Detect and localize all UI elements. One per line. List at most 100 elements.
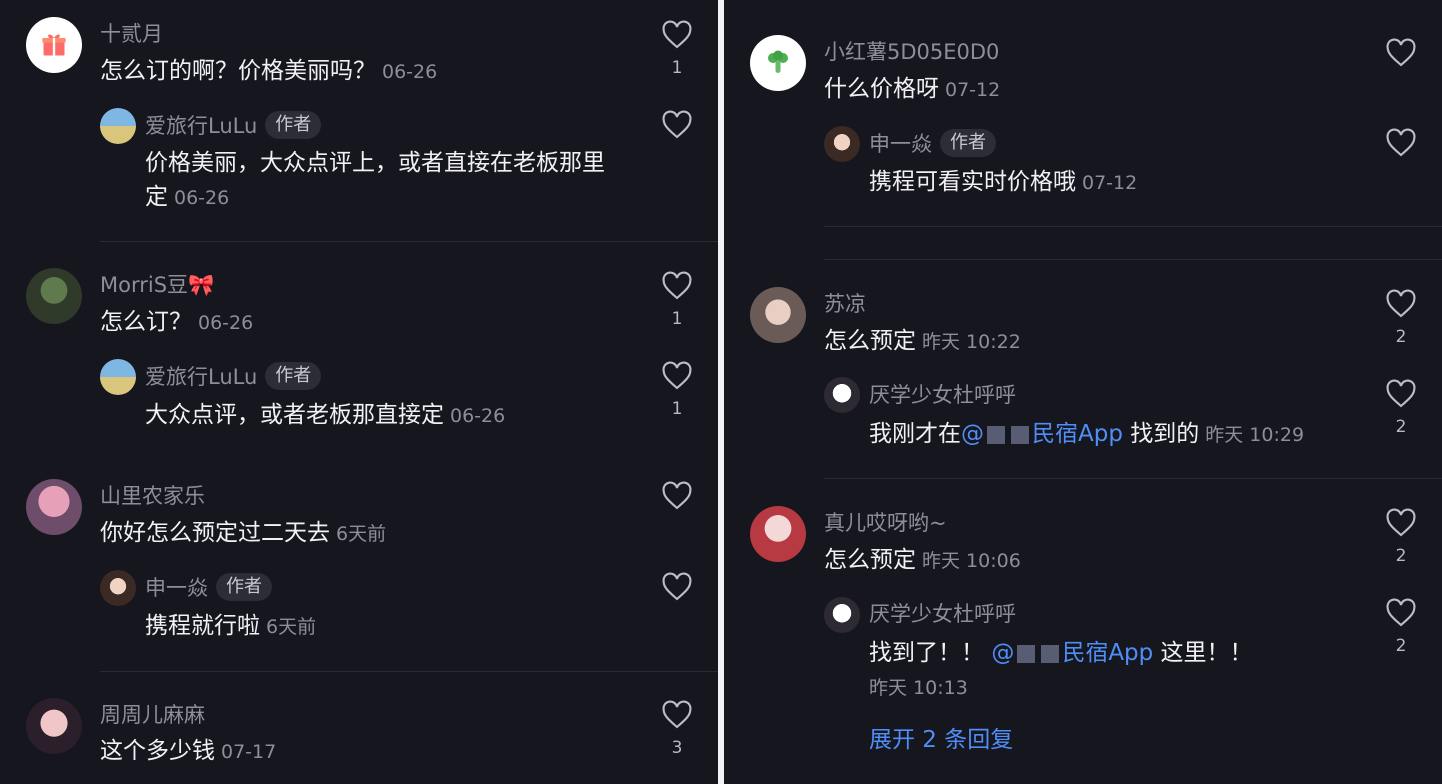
reply-username[interactable]: 厌学少女杜呼呼 xyxy=(869,598,1016,628)
reply-body: 找到了！！ xyxy=(869,640,992,666)
reply-username[interactable]: 厌学少女杜呼呼 xyxy=(869,379,1016,409)
avatar[interactable] xyxy=(750,35,806,91)
reply-username[interactable]: 申一焱 xyxy=(145,572,208,602)
heart-icon xyxy=(1386,128,1416,157)
heart-icon xyxy=(662,271,692,300)
comment-username[interactable]: 真儿哎呀哟~ xyxy=(824,507,947,537)
like-button[interactable]: 2 xyxy=(1384,379,1418,437)
like-button[interactable]: 1 xyxy=(660,361,694,419)
like-count: 2 xyxy=(1395,546,1407,566)
reply-text: 价格美丽，大众点评上，或者直接在老板那里定 06-26 xyxy=(145,146,625,215)
comment-time: 昨天 10:06 xyxy=(922,550,1021,572)
reply-username[interactable]: 爱旅行LuLu xyxy=(145,361,257,391)
comment-username[interactable]: 周周儿麻麻 xyxy=(100,699,205,729)
avatar[interactable] xyxy=(26,268,82,324)
redacted-block xyxy=(1017,644,1036,663)
avatar[interactable] xyxy=(26,479,82,535)
reply-username-row: 厌学少女杜呼呼 xyxy=(869,598,1016,628)
like-count: 2 xyxy=(1395,327,1407,347)
heart-icon xyxy=(662,572,692,601)
avatar[interactable] xyxy=(824,377,860,413)
expand-replies-link[interactable]: 展开 2 条回复 xyxy=(869,720,1013,754)
author-badge: 作者 xyxy=(265,362,322,390)
mention-name: 民宿App xyxy=(1062,640,1154,666)
like-button[interactable] xyxy=(660,572,694,610)
reply-username[interactable]: 申一焱 xyxy=(869,128,932,158)
like-count: 1 xyxy=(671,309,683,329)
heart-icon xyxy=(1386,38,1416,67)
author-badge: 作者 xyxy=(216,573,272,601)
comment-text: 什么价格呀 07-12 xyxy=(824,72,1344,107)
avatar[interactable] xyxy=(824,126,860,162)
comment-username[interactable]: 十贰月 xyxy=(100,18,163,48)
reply-username-row: 爱旅行LuLu 作者 xyxy=(145,110,322,140)
avatar[interactable] xyxy=(750,506,806,562)
comment-text: 怎么订？ 06-26 xyxy=(100,305,620,340)
comment-body: 什么价格呀 xyxy=(824,76,939,102)
reply-text: 携程就行啦 6天前 xyxy=(145,609,625,644)
mention-name: 民宿App xyxy=(1032,421,1123,447)
heart-icon xyxy=(662,110,692,139)
like-button[interactable]: 1 xyxy=(660,20,694,78)
like-button[interactable]: 3 xyxy=(660,700,694,758)
like-button[interactable] xyxy=(660,481,694,519)
comment-username[interactable]: MorriS豆🎀 xyxy=(100,269,214,299)
reply-username[interactable]: 爱旅行LuLu xyxy=(145,110,257,140)
reply-time: 6天前 xyxy=(266,616,317,638)
reply-body: 我刚才在 xyxy=(869,421,961,447)
gift-icon xyxy=(42,34,66,56)
comment-body: 怎么预定 xyxy=(824,328,916,354)
like-button[interactable]: 2 xyxy=(1384,598,1418,656)
like-count: 2 xyxy=(1395,636,1407,656)
like-button[interactable]: 1 xyxy=(660,271,694,329)
heart-icon xyxy=(1386,598,1416,627)
reply-time: 06-26 xyxy=(174,187,230,209)
comment-body: 这个多少钱 xyxy=(100,738,215,764)
mention-link[interactable]: @ 民宿App xyxy=(991,640,1153,666)
reply-username-row: 申一焱 作者 xyxy=(145,572,272,602)
comment-text: 你好怎么预定过二天去 6天前 xyxy=(100,516,620,551)
heart-icon xyxy=(1386,508,1416,537)
comment-body: 怎么订的啊？价格美丽吗？ xyxy=(100,58,376,84)
like-button[interactable]: 2 xyxy=(1384,508,1418,566)
redacted-block xyxy=(1011,425,1029,444)
divider xyxy=(824,226,1442,227)
heart-icon xyxy=(662,20,692,49)
like-count: 3 xyxy=(671,738,683,758)
comment-username[interactable]: 山里农家乐 xyxy=(100,480,205,510)
mention-at: @ xyxy=(991,640,1015,666)
avatar[interactable] xyxy=(100,570,136,606)
author-badge: 作者 xyxy=(265,111,322,139)
reply-time: 昨天 10:29 xyxy=(1205,424,1305,446)
reply-username-row: 爱旅行LuLu 作者 xyxy=(145,361,322,391)
reply-time: 昨天 10:13 xyxy=(869,677,968,699)
reply-text: 找到了！！ @ 民宿App 这里！！ xyxy=(869,636,1349,670)
like-button[interactable] xyxy=(660,110,694,148)
comment-username[interactable]: 小红薯5D05E0D0 xyxy=(824,36,999,66)
heart-icon xyxy=(662,361,692,390)
comment-username[interactable]: 苏凉 xyxy=(824,288,866,318)
heart-icon xyxy=(1386,379,1416,408)
avatar[interactable] xyxy=(824,597,860,633)
comments-panel-left: 十贰月 怎么订的啊？价格美丽吗？ 06-26 1 爱旅行LuLu 作者 价格美丽，… xyxy=(0,0,718,784)
mention-link[interactable]: @ 民宿App xyxy=(961,421,1123,447)
reply-time: 07-12 xyxy=(1082,172,1138,194)
heart-icon xyxy=(662,700,692,729)
like-button[interactable] xyxy=(1384,38,1418,76)
reply-body: 携程就行啦 xyxy=(145,613,260,639)
mention-at: @ xyxy=(961,421,984,447)
comment-body: 怎么预定 xyxy=(824,547,916,573)
divider xyxy=(824,259,1442,260)
comment-time: 06-26 xyxy=(382,61,438,83)
like-button[interactable] xyxy=(1384,128,1418,166)
avatar[interactable] xyxy=(100,108,136,144)
divider xyxy=(100,671,718,672)
avatar[interactable] xyxy=(750,287,806,343)
avatar[interactable] xyxy=(100,359,136,395)
comment-text: 怎么预定 昨天 10:22 xyxy=(824,324,1344,359)
like-button[interactable]: 2 xyxy=(1384,289,1418,347)
avatar[interactable] xyxy=(26,698,82,754)
broccoli-icon xyxy=(768,50,788,73)
avatar[interactable] xyxy=(26,17,82,73)
reply-body: 携程可看实时价格哦 xyxy=(869,169,1076,195)
